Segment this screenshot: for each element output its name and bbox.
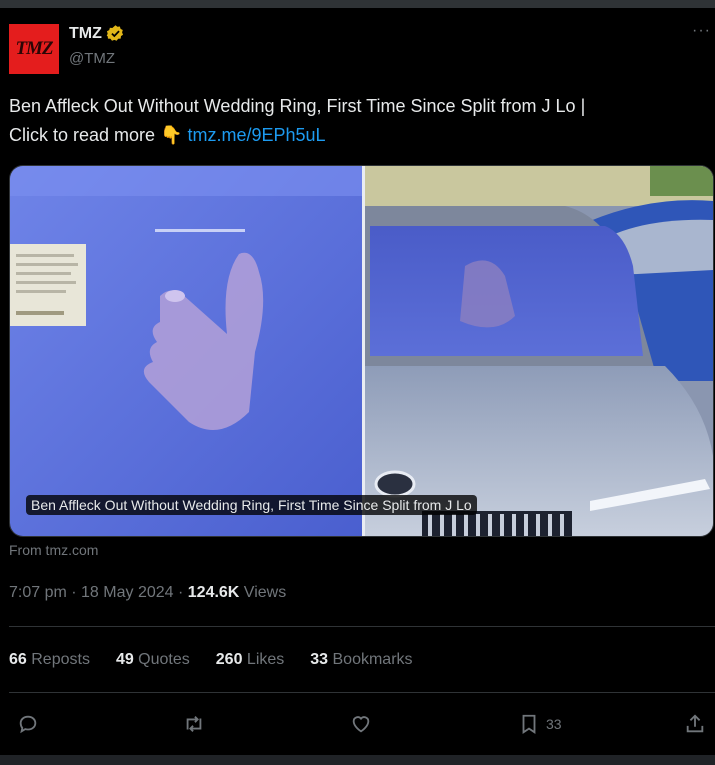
bookmark-icon <box>522 714 536 734</box>
more-icon[interactable]: ··· <box>692 22 711 40</box>
like-button[interactable] <box>350 708 372 740</box>
media-image <box>10 166 713 536</box>
stat-count: 49 <box>115 651 134 668</box>
media-caption: Ben Affleck Out Without Wedding Ring, Fi… <box>26 495 477 515</box>
action-bar: 33 <box>0 708 715 740</box>
tweet-meta: 7:07 pm · 18 May 2024 · 124.6K Views <box>9 584 286 602</box>
display-name[interactable]: TMZ <box>69 25 102 43</box>
verified-badge-icon[interactable] <box>106 24 125 43</box>
stat-count: 260 <box>215 651 243 668</box>
stat-count: 33 <box>310 651 329 668</box>
timestamp[interactable]: 7:07 pm · 18 May 2024 · <box>9 584 188 601</box>
window-bottom-bar <box>0 755 715 765</box>
like-icon <box>352 716 370 733</box>
repost-icon <box>186 716 202 732</box>
stat-bookmarks[interactable]: 33 Bookmarks <box>310 651 412 669</box>
tweet-text-line2: Click to read more 👇 tmz.me/9EPh5uL <box>9 121 709 150</box>
tweet-text: Ben Affleck Out Without Wedding Ring, Fi… <box>9 92 709 150</box>
tweet-text-line1: Ben Affleck Out Without Wedding Ring, Fi… <box>9 96 586 116</box>
read-more-text: Click to read more 👇 <box>9 125 188 145</box>
repost-button[interactable] <box>183 708 205 740</box>
stat-likes[interactable]: 260 Likes <box>216 651 285 669</box>
stat-quotes[interactable]: 49 Quotes <box>116 651 190 669</box>
stat-label: Likes <box>242 651 285 668</box>
reply-icon <box>19 715 37 734</box>
name-row: TMZ <box>69 24 125 43</box>
media-card[interactable]: Ben Affleck Out Without Wedding Ring, Fi… <box>9 165 714 537</box>
window-top-bar <box>0 0 715 8</box>
avatar[interactable]: TMZ <box>9 24 59 74</box>
stat-reposts[interactable]: 66 Reposts <box>9 651 90 669</box>
divider <box>9 692 715 693</box>
tweet-link[interactable]: tmz.me/9EPh5uL <box>187 125 325 145</box>
stat-count: 66 <box>9 651 27 668</box>
card-source[interactable]: From tmz.com <box>9 542 98 558</box>
share-icon <box>686 714 704 733</box>
bookmark-button[interactable]: 33 <box>518 708 562 740</box>
views-count: 124.6K <box>187 584 240 601</box>
stat-label: Reposts <box>26 651 90 668</box>
views-label: Views <box>239 584 287 601</box>
avatar-logo-text: TMZ <box>15 38 53 59</box>
bookmark-count: 33 <box>546 716 562 732</box>
stat-label: Quotes <box>133 651 190 668</box>
engagement-stats: 66 Reposts 49 Quotes 260 Likes 33 Bookma… <box>9 651 439 669</box>
handle[interactable]: @TMZ <box>69 50 115 67</box>
reply-button[interactable] <box>17 708 39 740</box>
divider <box>9 626 715 627</box>
tweet: TMZ TMZ @TMZ ··· Ben Affleck Out Without… <box>0 8 715 755</box>
stat-label: Bookmarks <box>328 651 413 668</box>
share-button[interactable] <box>684 708 706 740</box>
